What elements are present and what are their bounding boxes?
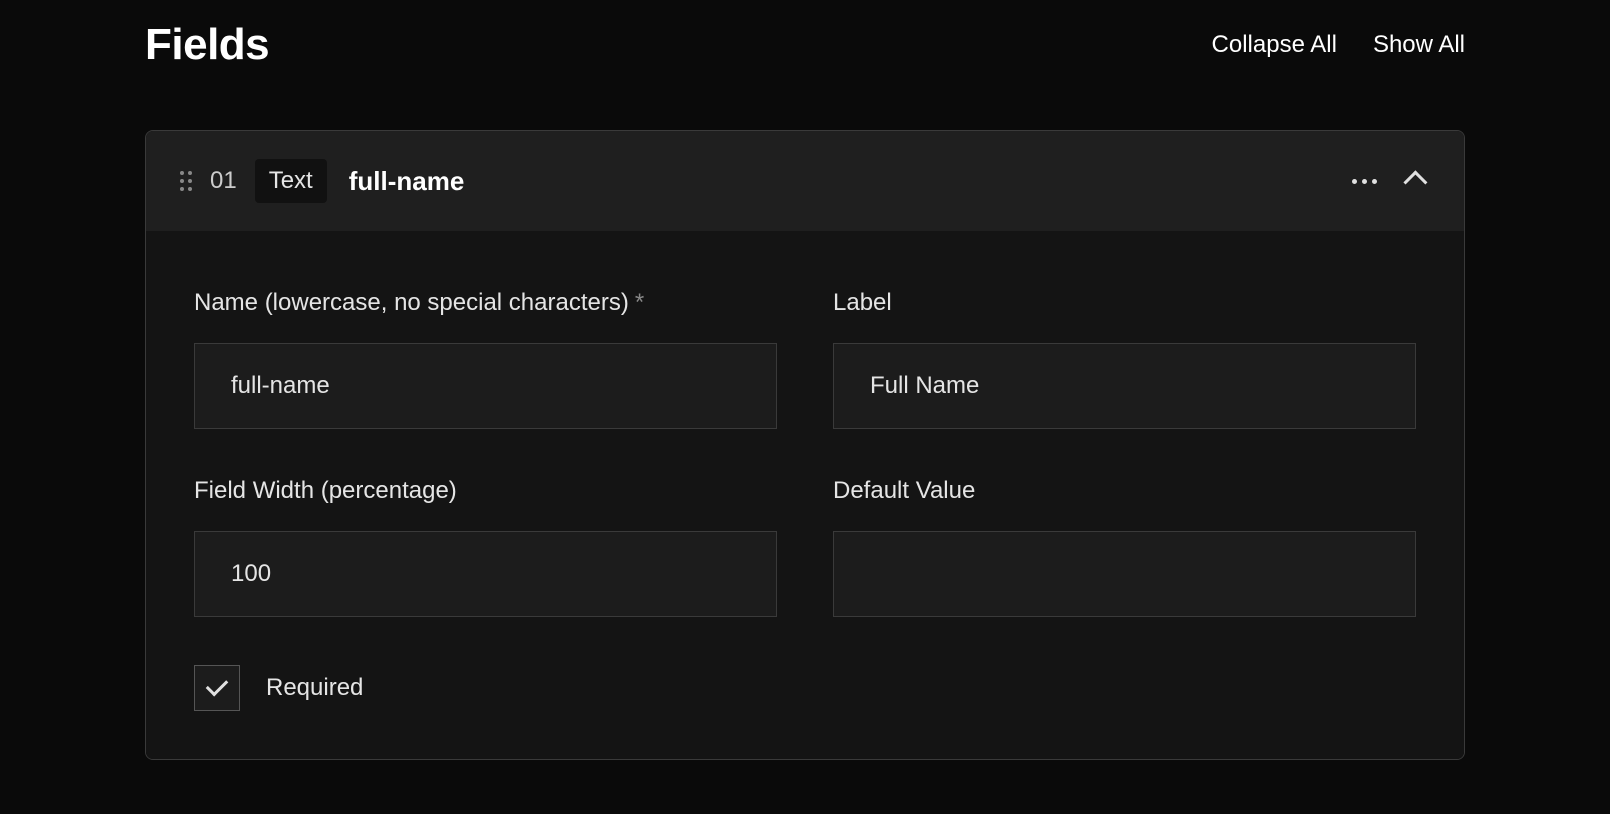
default-group: Default Value xyxy=(833,477,1416,617)
name-label-text: Name (lowercase, no special characters) xyxy=(194,289,629,316)
drag-handle-icon[interactable] xyxy=(180,171,192,191)
label-input[interactable] xyxy=(833,343,1416,429)
label-label: Label xyxy=(833,289,1416,317)
field-number: 01 xyxy=(210,167,237,195)
collapse-button[interactable] xyxy=(1398,165,1430,197)
form-grid: Name (lowercase, no special characters)*… xyxy=(194,289,1416,617)
show-all-button[interactable]: Show All xyxy=(1373,31,1465,59)
header-actions: Collapse All Show All xyxy=(1212,31,1465,59)
label-group: Label xyxy=(833,289,1416,429)
name-group: Name (lowercase, no special characters)* xyxy=(194,289,777,429)
required-label: Required xyxy=(266,674,363,702)
default-input[interactable] xyxy=(833,531,1416,617)
required-checkbox[interactable] xyxy=(194,665,240,711)
field-card: 01 Text full-name Name (lowercase, no sp… xyxy=(145,130,1465,760)
required-row: Required xyxy=(194,665,1416,711)
required-star: * xyxy=(635,289,644,316)
field-body: Name (lowercase, no special characters)*… xyxy=(146,231,1464,759)
default-label: Default Value xyxy=(833,477,1416,505)
width-group: Field Width (percentage) xyxy=(194,477,777,617)
width-input[interactable] xyxy=(194,531,777,617)
collapse-all-button[interactable]: Collapse All xyxy=(1212,31,1337,59)
name-label: Name (lowercase, no special characters)* xyxy=(194,289,777,317)
width-label: Field Width (percentage) xyxy=(194,477,777,505)
page-header: Fields Collapse All Show All xyxy=(145,20,1465,70)
page-title: Fields xyxy=(145,20,269,70)
field-type-badge: Text xyxy=(255,159,327,203)
more-options-button[interactable] xyxy=(1348,165,1380,197)
field-header[interactable]: 01 Text full-name xyxy=(146,131,1464,231)
field-name-title: full-name xyxy=(349,166,465,197)
name-input[interactable] xyxy=(194,343,777,429)
dots-horizontal-icon xyxy=(1352,179,1377,184)
checkmark-icon xyxy=(206,674,229,697)
